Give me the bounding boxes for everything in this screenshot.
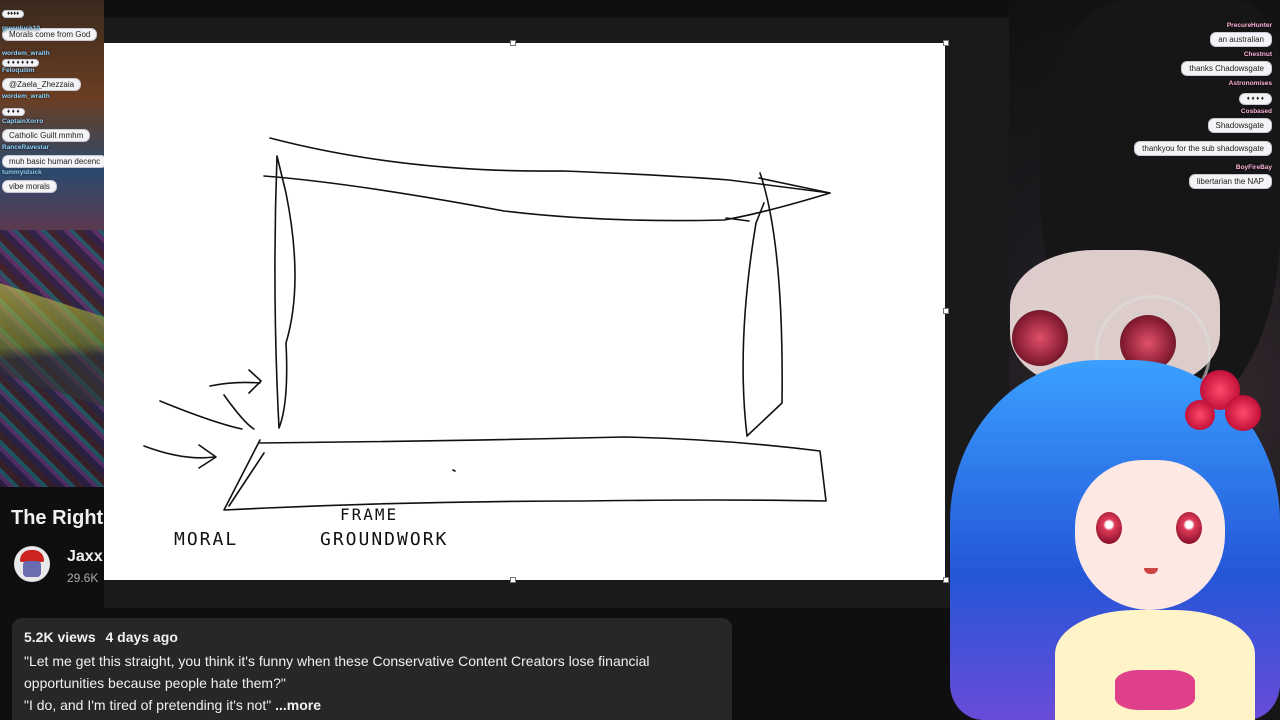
show-more-link[interactable]: ...more (275, 697, 321, 713)
chat-message-text: Shadowsgate (1207, 118, 1272, 133)
label-frame: FRAME (340, 505, 399, 524)
description-line: opportunities because people hate them?" (24, 675, 286, 691)
chat-message-text: libertarian the NAP (1188, 174, 1272, 189)
stroke-arrow-1 (209, 369, 262, 394)
chat-message-text: an australian (1210, 32, 1272, 47)
stroke-left-pillar (274, 155, 296, 429)
whiteboard-drawing (143, 137, 831, 511)
vtuber-eye-icon (1096, 512, 1122, 544)
chat-message: Astronomises ♦ ♦ ♦ ♦ (1229, 80, 1272, 105)
flower-icon (1185, 400, 1215, 430)
label-moral: MORAL (174, 529, 239, 550)
chat-message-text: thankyou for the sub shadowsgate (1134, 141, 1272, 156)
description-line: "I do, and I'm tired of pretending it's … (24, 694, 724, 716)
chat-message: RanceRavestar muh basic human decenc (2, 144, 108, 169)
chat-message: CaptainXorro Catholic Guilt mmhm (2, 118, 91, 143)
description-text: "Let me get this straight, you think it'… (24, 650, 724, 716)
stroke-groundwork-base (223, 436, 827, 511)
chat-message-text: vibe morals (2, 180, 57, 193)
chat-message-text: thanks Chadowsgate (1181, 61, 1272, 76)
channel-name[interactable]: Jaxx (67, 548, 103, 566)
view-count: 5.2K views (24, 629, 96, 645)
chat-message: BoyFireBay libertarian the NAP (1188, 164, 1272, 189)
chat-message: Cosbased Shadowsgate (1207, 108, 1272, 133)
chat-message: Feloquilim @Zaela_Zhezzaia (2, 67, 82, 92)
resize-handle-top[interactable] (510, 40, 516, 46)
vtuber-eye-icon (1176, 512, 1202, 544)
chat-message: PrecureHunter an australian (1210, 22, 1272, 47)
label-groundwork: GROUNDWORK (320, 529, 449, 550)
flower-icon (1225, 395, 1261, 431)
chat-message-text: Catholic Guilt mmhm (2, 129, 91, 142)
stroke-top-beam (263, 137, 831, 222)
chat-message: thankyou for the sub shadowsgate (1134, 138, 1272, 156)
video-meta: 5.2K views 4 days ago (24, 629, 184, 645)
chat-username: greenluck10 (2, 25, 40, 32)
description-line: "Let me get this straight, you think it'… (24, 653, 650, 669)
bow-icon (1115, 670, 1195, 710)
avatar-face-icon (23, 561, 41, 577)
description-line-text: "I do, and I'm tired of pretending it's … (24, 697, 272, 713)
background-eye-icon (1012, 310, 1068, 366)
chat-message-text: muh basic human decenc (2, 155, 108, 168)
whiteboard-canvas[interactable]: MORAL FRAME GROUNDWORK (104, 43, 945, 580)
chat-message: wordem_wraith ♦ ♦ ♦ (2, 93, 50, 116)
chat-message: Chestnut thanks Chadowsgate (1181, 51, 1272, 76)
upload-age: 4 days ago (105, 629, 178, 645)
subscriber-count: 29.6K (67, 571, 99, 585)
channel-avatar[interactable] (14, 546, 50, 582)
chat-message: tummyidsick vibe morals (2, 169, 57, 194)
video-title[interactable]: The Right (11, 507, 103, 530)
chat-message-text: @Zaela_Zhezzaia (2, 78, 82, 91)
stroke-arrow-2 (159, 394, 255, 430)
resize-handle-right[interactable] (943, 308, 949, 314)
stroke-arrow-3 (143, 444, 217, 469)
resize-handle-bottom-right[interactable] (943, 577, 949, 583)
resize-handle-top-right[interactable] (943, 40, 949, 46)
resize-handle-bottom[interactable] (510, 577, 516, 583)
